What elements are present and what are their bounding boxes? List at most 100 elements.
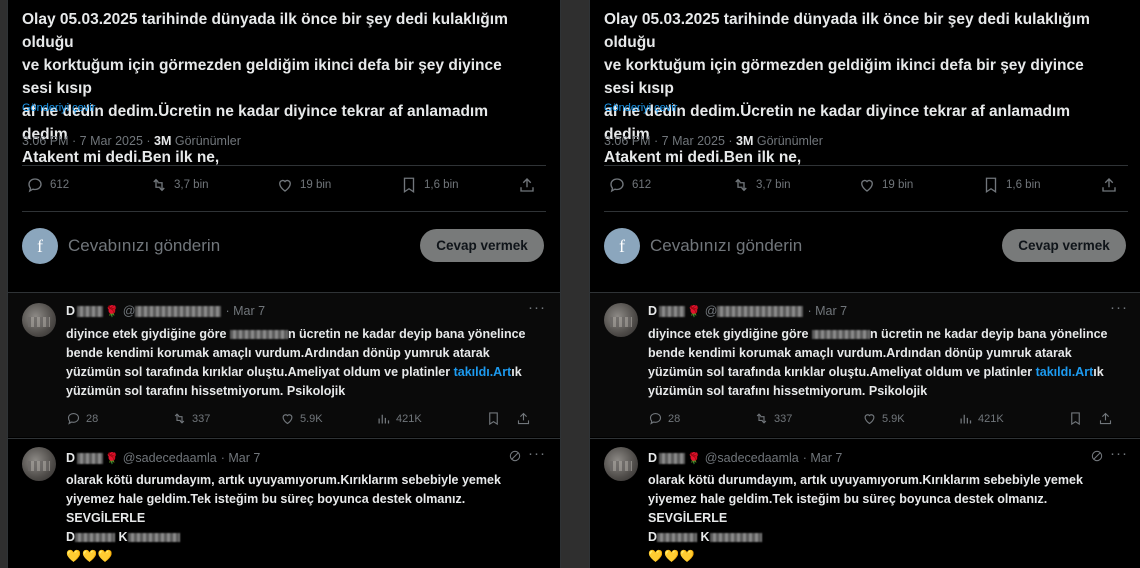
bookmark-action[interactable] [1068,411,1088,426]
repost-action[interactable]: 337 [172,411,210,426]
author-name[interactable]: D [648,304,657,318]
more-options-icon[interactable]: ··· [528,445,546,462]
reply-action[interactable]: 28 [648,411,680,426]
views-icon [378,414,390,424]
heart-icon [279,179,291,192]
share-icon [517,412,530,425]
author-name[interactable]: D [66,304,75,318]
author-handle[interactable]: @sadecedaamla [123,451,217,465]
more-options-icon[interactable]: ··· [1110,445,1128,462]
reply-tweet-2[interactable]: D 🌹 @sadecedaamla · Mar 7 ··· olarak kötü… [590,438,1140,568]
blurred-name [75,533,116,543]
rose-icon: 🌹 [687,305,701,318]
reply-input[interactable]: Cevabınızı gönderin [68,236,220,256]
repost-stat[interactable]: 3,7 bin [732,176,791,194]
bookmark-icon [1071,412,1080,426]
translate-link[interactable]: Gönderiyi çevir [604,102,677,114]
bookmark-icon [403,177,415,194]
blurred-name [659,305,686,317]
tweet-meta: 3:06 PM · 7 Mar 2025 · 3M Görünümler [22,134,241,148]
more-options-icon[interactable]: ··· [528,299,546,316]
heart-emojis: 💛💛💛 [648,549,696,563]
views-action[interactable]: 421K [958,411,1004,426]
bookmark-stat[interactable]: 1,6 bin [982,176,1041,194]
reply-header: D 🌹 @ · Mar 7 [648,304,848,318]
author-name[interactable]: D [66,451,75,465]
share-action[interactable] [516,411,536,426]
reply-tweet-1[interactable]: D 🌹 @ · Mar 7 ··· diyince etek giydiğine … [8,292,560,437]
reply-icon [28,178,42,193]
bookmark-icon [985,177,997,194]
reply-actions: 28 337 5.9K 421K [648,411,1128,429]
views-label: Görünümler [753,134,823,148]
link-text[interactable]: takıldı.Art [1036,365,1094,379]
repost-icon [756,413,767,424]
translate-link[interactable]: Gönderiyi çevir [22,102,95,114]
reply-button[interactable]: Cevap vermek [420,229,544,262]
post-date[interactable]: · Mar 7 [221,451,261,465]
blurred-word [229,330,288,340]
heart-icon [282,414,293,425]
reply-actions: 28 337 5.9K 421K [66,411,546,429]
avatar[interactable] [604,447,638,481]
grok-icon[interactable] [508,449,522,463]
repost-icon [174,413,185,424]
share-icon [1102,178,1116,192]
reply-tweet-2[interactable]: D 🌹 @sadecedaamla · Mar 7 ··· olarak kötü… [8,438,560,568]
divider [22,165,546,166]
reply-button[interactable]: Cevap vermek [1002,229,1126,262]
reply-icon [67,412,80,425]
repost-icon [735,178,747,192]
repost-stat[interactable]: 3,7 bin [150,176,209,194]
reply-tweet-1[interactable]: D 🌹 @ · Mar 7 ··· diyince etek giydiğine … [590,292,1140,437]
divider [22,211,546,212]
more-options-icon[interactable]: ··· [1110,299,1128,316]
heart-icon [864,414,875,425]
repost-action[interactable]: 337 [754,411,792,426]
reply-input[interactable]: Cevabınızı gönderin [650,236,802,256]
author-name[interactable]: D [648,451,657,465]
blurred-name [657,533,698,543]
rose-icon: 🌹 [105,452,119,465]
user-avatar[interactable]: f [22,228,58,264]
post-date[interactable]: · Mar 7 [225,304,265,318]
avatar[interactable] [22,447,56,481]
blurred-name [77,305,104,317]
reply-stat[interactable]: 612 [608,176,651,194]
reply-icon [649,412,662,425]
avatar[interactable] [604,303,638,337]
bookmark-stat[interactable]: 1,6 bin [400,176,459,194]
reply-stat[interactable]: 612 [26,176,69,194]
share-icon [520,178,534,192]
reply-text: diyince etek giydiğine göre n ücretin ne… [66,327,526,398]
share-button[interactable] [1100,176,1124,194]
reply-text: olarak kötü durumdayım, artık uyuyamıyor… [66,473,501,563]
tweet-meta: 3:06 PM · 7 Mar 2025 · 3M Görünümler [604,134,823,148]
bookmark-action[interactable] [486,411,506,426]
views-action[interactable]: 421K [376,411,422,426]
reply-icon [610,178,624,193]
tweet-time[interactable]: 3:06 PM · 7 Mar 2025 · [604,134,736,148]
views-count: 3M [736,134,754,148]
avatar[interactable] [22,303,56,337]
reply-action[interactable]: 28 [66,411,98,426]
reply-text: diyince etek giydiğine göre n ücretin ne… [648,327,1108,398]
reply-text: olarak kötü durumdayım, artık uyuyamıyor… [648,473,1083,563]
share-icon [1099,412,1112,425]
blurred-surname [127,533,180,543]
like-stat[interactable]: 19 bin [858,176,913,194]
divider [604,165,1128,166]
like-action[interactable]: 5.9K [862,411,905,426]
share-button[interactable] [518,176,542,194]
like-stat[interactable]: 19 bin [276,176,331,194]
tweet-time[interactable]: 3:06 PM · 7 Mar 2025 · [22,134,154,148]
post-date[interactable]: · Mar 7 [807,304,847,318]
rose-icon: 🌹 [687,452,701,465]
share-action[interactable] [1098,411,1118,426]
post-date[interactable]: · Mar 7 [803,451,843,465]
link-text[interactable]: takıldı.Art [454,365,512,379]
user-avatar[interactable]: f [604,228,640,264]
grok-icon[interactable] [1090,449,1104,463]
author-handle[interactable]: @sadecedaamla [705,451,799,465]
like-action[interactable]: 5.9K [280,411,323,426]
